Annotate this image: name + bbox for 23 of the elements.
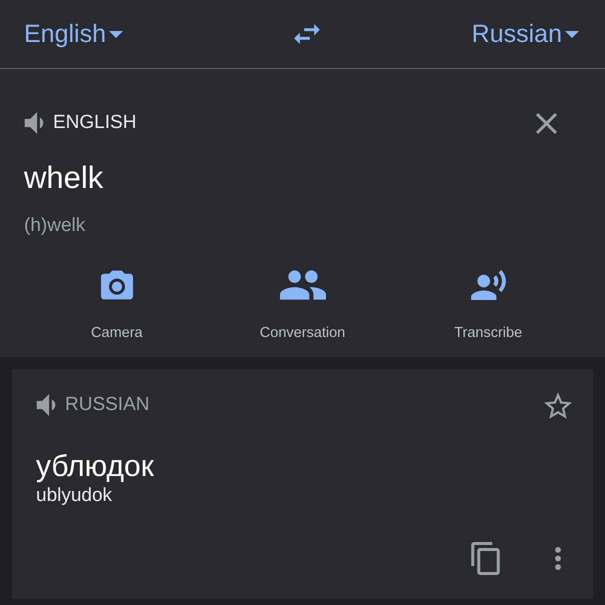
source-language-label: ENGLISH: [53, 111, 136, 135]
target-language-label: RUSSIAN: [65, 393, 150, 417]
translation-transliteration: ublyudok: [36, 485, 112, 507]
camera-button[interactable]: Camera: [24, 270, 210, 342]
source-transliteration: (h)welk: [24, 214, 86, 238]
star-icon[interactable]: [544, 392, 572, 418]
person-speaking-icon: [470, 270, 506, 300]
transcribe-button[interactable]: Transcribe: [395, 270, 582, 342]
three-dots-icon[interactable]: [555, 547, 561, 570]
target-language-button[interactable]: Russian: [472, 19, 579, 49]
caret-icon: [109, 30, 123, 38]
swap-arrows-icon[interactable]: [294, 24, 320, 44]
camera-icon: [100, 270, 133, 300]
copy-icon[interactable]: [471, 542, 500, 575]
speaker-icon[interactable]: [24, 112, 44, 134]
source-text-field[interactable]: whelk: [24, 160, 581, 196]
source-language-button[interactable]: English: [24, 19, 123, 49]
speaker-icon[interactable]: [36, 394, 56, 416]
two-people-icon: [280, 270, 326, 300]
caret-icon: [564, 30, 579, 38]
translated-text: ублюдок: [36, 449, 154, 485]
conversation-button[interactable]: Conversation: [210, 270, 396, 342]
close-icon[interactable]: [536, 112, 557, 134]
